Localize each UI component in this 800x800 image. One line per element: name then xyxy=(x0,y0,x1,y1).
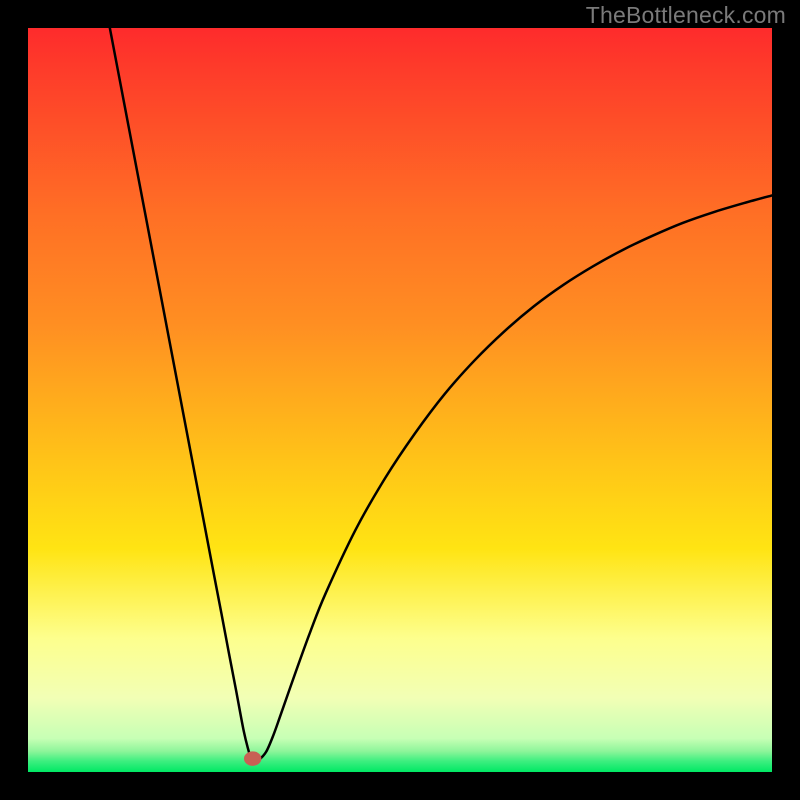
bottleneck-chart xyxy=(0,0,800,800)
watermark-text: TheBottleneck.com xyxy=(586,2,786,29)
chart-background xyxy=(28,28,772,772)
optimal-point-marker xyxy=(244,751,261,766)
chart-frame: TheBottleneck.com xyxy=(0,0,800,800)
